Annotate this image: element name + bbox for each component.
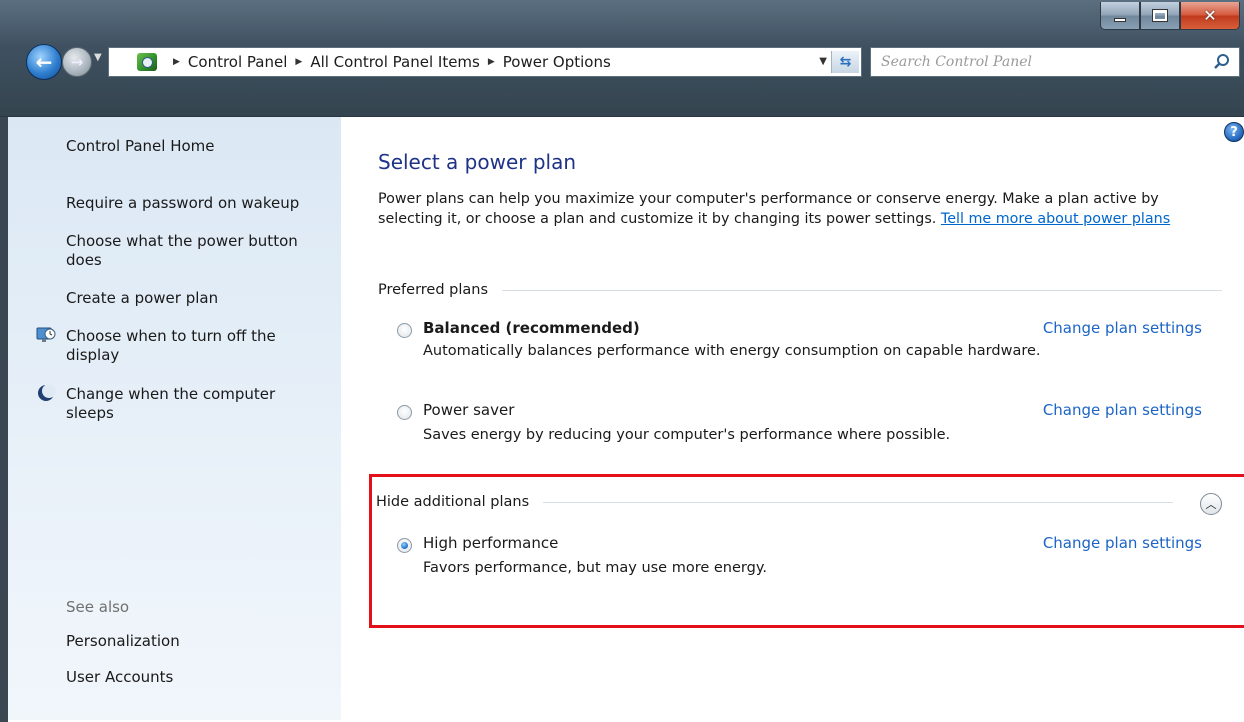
control-panel-icon (137, 53, 157, 71)
chevron-up-icon: ︿ (1205, 498, 1217, 511)
intro-paragraph: Power plans can help you maximize your c… (378, 189, 1208, 229)
back-button[interactable]: ← (26, 44, 62, 80)
create-power-plan-link[interactable]: Create a power plan (66, 289, 336, 308)
group-divider (502, 289, 1223, 291)
balanced-plan-name[interactable]: Balanced (recommended) (423, 319, 640, 337)
collapse-additional-plans-button[interactable]: ︿ (1200, 493, 1222, 515)
help-icon[interactable]: ? (1224, 122, 1244, 142)
preferred-plans-header: Preferred plans (378, 282, 1223, 298)
power-saver-radio[interactable] (397, 405, 412, 420)
maximize-button[interactable] (1140, 2, 1180, 30)
forward-button[interactable]: → (62, 47, 92, 77)
power-button-link[interactable]: Choose what the power button does (66, 232, 331, 270)
high-performance-plan-description: Favors performance, but may use more ene… (423, 560, 767, 576)
maximize-icon (1152, 9, 1168, 22)
breadcrumb-power-options[interactable]: Power Options (503, 53, 611, 71)
control-panel-home-link[interactable]: Control Panel Home (66, 137, 336, 156)
close-icon: ✕ (1203, 6, 1217, 25)
window-content: Control Panel Home Require a password on… (0, 117, 1244, 722)
caption-buttons: ✕ (1100, 2, 1240, 30)
user-accounts-link[interactable]: User Accounts (66, 668, 336, 687)
breadcrumb-control-panel[interactable]: Control Panel (188, 53, 287, 71)
forward-arrow-icon: → (70, 53, 84, 71)
navigation-bar: ← → ▼ ▶ Control Panel ▶ All Control Pane… (0, 40, 1244, 84)
address-history-dropdown-icon[interactable]: ▼ (819, 56, 827, 67)
group-divider (543, 501, 1174, 503)
preferred-plans-label: Preferred plans (378, 282, 489, 298)
search-box[interactable] (870, 47, 1240, 77)
search-input[interactable] (881, 54, 1201, 70)
additional-plans-header: Hide additional plans (376, 494, 1174, 510)
breadcrumb-all-items[interactable]: All Control Panel Items (310, 53, 480, 71)
turn-off-display-link[interactable]: Choose when to turn off the display (66, 327, 316, 365)
breadcrumb-separator-icon[interactable]: ▶ (488, 57, 495, 67)
hide-additional-plans-label[interactable]: Hide additional plans (376, 494, 529, 510)
high-performance-plan-name[interactable]: High performance (423, 534, 558, 552)
see-also-label: See also (66, 598, 130, 616)
personalization-link[interactable]: Personalization (66, 632, 336, 651)
high-performance-change-settings-link[interactable]: Change plan settings (1043, 534, 1202, 552)
breadcrumb-separator-icon[interactable]: ▶ (173, 57, 180, 67)
high-performance-radio[interactable] (397, 538, 412, 553)
minimize-button[interactable] (1100, 2, 1140, 30)
power-saver-plan-description: Saves energy by reducing your computer's… (423, 427, 951, 443)
window-title-bar: ✕ ← → ▼ ▶ Control Panel ▶ All Control Pa… (0, 0, 1244, 117)
close-button[interactable]: ✕ (1180, 2, 1240, 30)
address-bar[interactable]: ▶ Control Panel ▶ All Control Panel Item… (108, 47, 862, 77)
balanced-radio[interactable] (397, 323, 412, 338)
main-content: ? Select a power plan Power plans can he… (341, 117, 1244, 720)
display-clock-icon (36, 327, 56, 342)
breadcrumb-separator-icon[interactable]: ▶ (295, 57, 302, 67)
power-saver-change-settings-link[interactable]: Change plan settings (1043, 401, 1202, 419)
computer-sleeps-link[interactable]: Change when the computer sleeps (66, 385, 316, 423)
page-title: Select a power plan (378, 150, 577, 174)
balanced-change-settings-link[interactable]: Change plan settings (1043, 319, 1202, 337)
back-arrow-icon: ← (35, 50, 53, 74)
search-icon[interactable] (1213, 53, 1231, 71)
require-password-link[interactable]: Require a password on wakeup (66, 194, 336, 213)
recent-pages-dropdown[interactable]: ▼ (94, 52, 102, 63)
power-saver-plan-name[interactable]: Power saver (423, 401, 514, 419)
tell-me-more-link[interactable]: Tell me more about power plans (941, 211, 1170, 227)
minimize-icon (1114, 17, 1126, 22)
balanced-plan-description: Automatically balances performance with … (423, 343, 1041, 359)
refresh-icon: ⇆ (839, 54, 852, 70)
refresh-button[interactable]: ⇆ (831, 51, 859, 73)
sleep-moon-icon (38, 384, 56, 401)
task-pane: Control Panel Home Require a password on… (8, 117, 341, 720)
